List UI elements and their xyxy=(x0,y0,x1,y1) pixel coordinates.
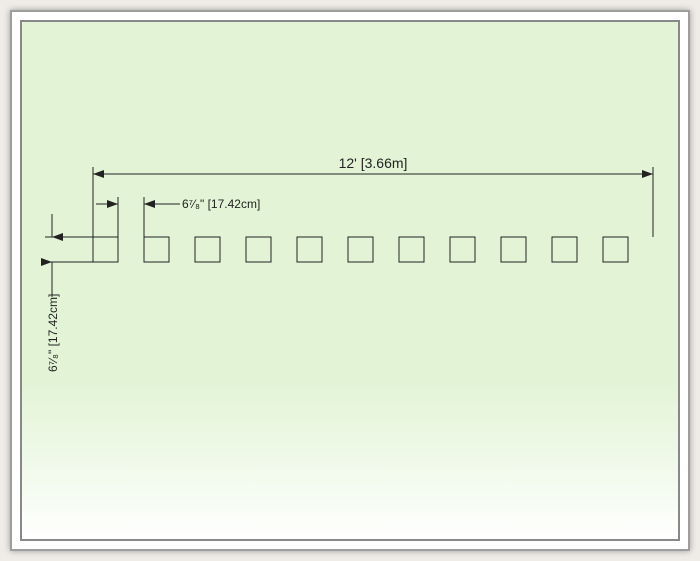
box xyxy=(297,237,322,262)
box xyxy=(552,237,577,262)
dim-gap-width: 6⁷⁄₈" [17.42cm] xyxy=(96,197,260,237)
box xyxy=(399,237,424,262)
box xyxy=(501,237,526,262)
dim-overall-width: 12' [3.66m] xyxy=(93,155,653,237)
picture-frame: 12' [3.66m] 6⁷⁄₈" [17.42cm] 6⁷⁄₈" [17.42… xyxy=(10,10,690,551)
box-row xyxy=(93,237,628,262)
dim-overall-width-label: 12' [3.66m] xyxy=(339,155,408,171)
box xyxy=(144,237,169,262)
box xyxy=(603,237,628,262)
dim-height-label: 6⁷⁄₈" [17.42cm] xyxy=(46,294,60,372)
dim-height: 6⁷⁄₈" [17.42cm] xyxy=(45,214,93,372)
box xyxy=(348,237,373,262)
box xyxy=(450,237,475,262)
drawing-canvas: 12' [3.66m] 6⁷⁄₈" [17.42cm] 6⁷⁄₈" [17.42… xyxy=(20,20,680,541)
dim-gap-width-label: 6⁷⁄₈" [17.42cm] xyxy=(182,197,260,211)
technical-drawing: 12' [3.66m] 6⁷⁄₈" [17.42cm] 6⁷⁄₈" [17.42… xyxy=(22,22,678,539)
box xyxy=(93,237,118,262)
box xyxy=(195,237,220,262)
box xyxy=(246,237,271,262)
